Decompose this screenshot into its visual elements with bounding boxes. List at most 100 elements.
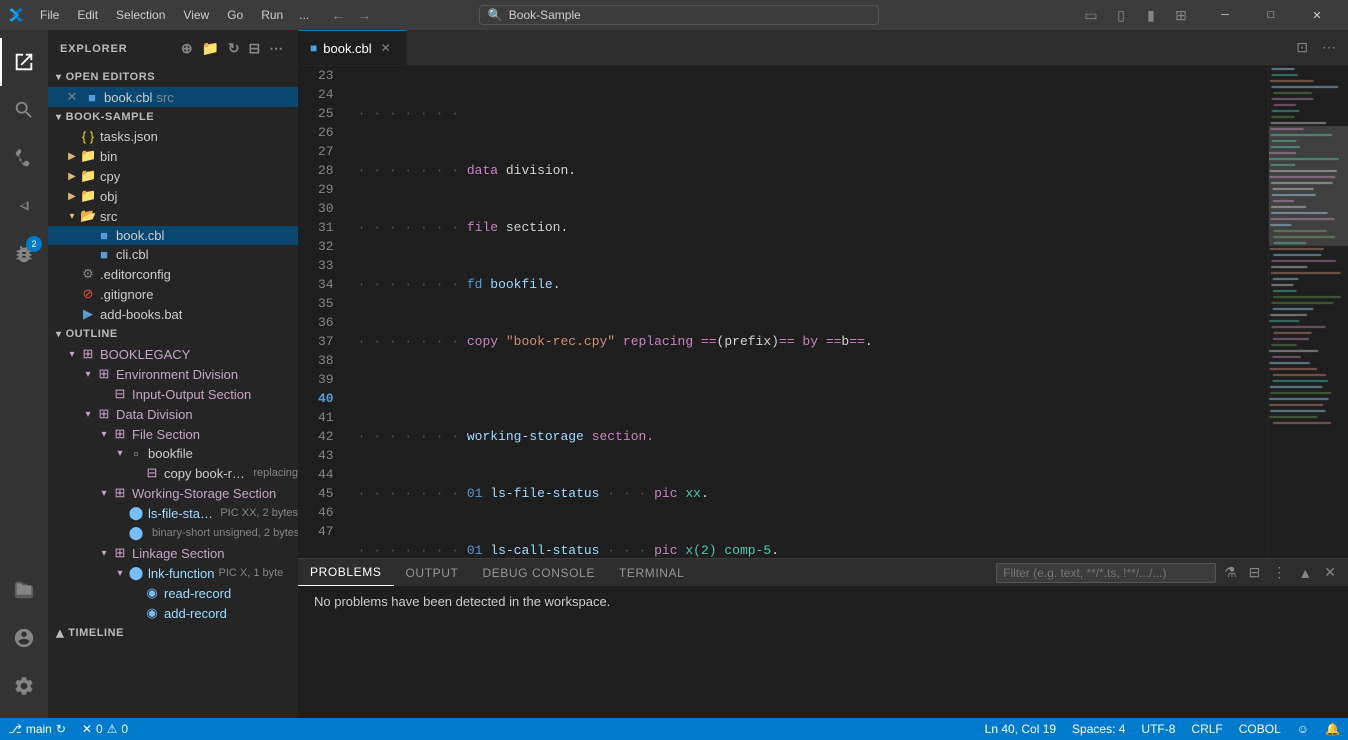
panel-filter-input[interactable] <box>996 563 1216 583</box>
new-folder-icon[interactable]: 📁 <box>200 38 222 59</box>
more-actions-button[interactable]: ⋯ <box>1318 37 1340 58</box>
bat-label: add-books.bat <box>100 307 182 322</box>
menu-go[interactable]: Go <box>219 6 251 24</box>
outline-ls-call-status[interactable]: ⬤ ls-call-status binary-short unsigned, … <box>48 523 298 543</box>
file-cli-cbl[interactable]: ■ cli.cbl <box>48 245 298 264</box>
error-icon: ✕ <box>82 722 92 736</box>
outline-bookfile[interactable]: ▾ ▫ bookfile <box>48 444 298 463</box>
nav-forward[interactable]: → <box>353 7 375 23</box>
sidebar-title: Explorer <box>60 43 128 55</box>
split-editor-button[interactable]: ⊡ <box>1292 37 1312 58</box>
file-section-chevron: ▾ <box>96 429 112 440</box>
file-editorconfig[interactable]: ⚙ .editorconfig <box>48 264 298 284</box>
file-section-icon: ⊞ <box>112 426 128 442</box>
copy-extra: replacing <box>253 467 298 479</box>
panel-actions: ⚗ ⊟ ⋮ ▲ ✕ <box>988 562 1348 583</box>
activity-bottom <box>0 566 48 710</box>
folder-obj[interactable]: ▶ 📁 obj <box>48 186 298 206</box>
file-book-cbl[interactable]: ■ book.cbl <box>48 226 298 245</box>
tab-close-button[interactable]: ✕ <box>378 40 394 56</box>
activity-settings[interactable] <box>0 662 48 710</box>
status-bell[interactable]: 🔔 <box>1317 722 1348 736</box>
layout-toggle-2[interactable]: ▯ <box>1108 2 1134 28</box>
outline-io-section[interactable]: ⊟ Input-Output Section <box>48 384 298 404</box>
linkage-icon: ⊞ <box>112 545 128 561</box>
collapse-icon[interactable]: ⊟ <box>246 38 263 59</box>
outline-data-div[interactable]: ▾ ⊞ Data Division <box>48 404 298 424</box>
panel-tab-problems[interactable]: Problems <box>298 559 394 586</box>
panel-tab-terminal[interactable]: Terminal <box>607 560 696 586</box>
tab-book-cbl[interactable]: ■ book.cbl ✕ <box>298 30 407 65</box>
outline-ls-file-status[interactable]: ⬤ ls-file-status PIC XX, 2 bytes <box>48 503 298 523</box>
new-file-icon[interactable]: ⊕ <box>179 38 196 59</box>
outline-copy[interactable]: ⊟ copy book-rec.cpy replacing <box>48 463 298 483</box>
status-errors[interactable]: ✕ 0 ⚠ 0 <box>74 718 136 740</box>
outline-linkage-section[interactable]: ▾ ⊞ Linkage Section <box>48 543 298 563</box>
open-editor-book-cbl[interactable]: ✕ ■ book.cbl src <box>48 87 298 107</box>
close-panel-button[interactable]: ✕ <box>1320 562 1340 583</box>
file-tasks-json[interactable]: { } tasks.json <box>48 127 298 146</box>
layout-toggle-1[interactable]: ▭ <box>1078 2 1104 28</box>
file-add-books-bat[interactable]: ▶ add-books.bat <box>48 304 298 324</box>
lnk-function-icon: ⬤ <box>128 565 144 581</box>
cpy-chevron: ▶ <box>64 171 80 182</box>
editorconfig-icon: ⚙ <box>80 266 96 282</box>
nav-back[interactable]: ← <box>327 7 349 23</box>
data-div-icon: ⊞ <box>96 406 112 422</box>
filter-icon-button[interactable]: ⚗ <box>1220 562 1241 583</box>
sidebar-content: ▾ Open Editors ✕ ■ book.cbl src ▾ BOOK-S… <box>48 67 298 718</box>
status-branch[interactable]: ⎇ main ↻ <box>0 718 74 740</box>
search-bar[interactable]: 🔍 <box>479 5 879 25</box>
timeline-header[interactable]: ▶ TIMELINE <box>48 623 298 643</box>
refresh-icon[interactable]: ↻ <box>226 38 243 59</box>
outline-add-record[interactable]: ◉ add-record <box>48 603 298 623</box>
code-content[interactable]: · · · · · · · · · · · · · · data divisio… <box>350 66 1268 558</box>
panel-tab-debug[interactable]: Debug Console <box>470 560 607 586</box>
sidebar-more[interactable]: ⋯ <box>267 38 286 59</box>
menu-more[interactable]: ... <box>293 6 315 24</box>
activity-run[interactable] <box>0 182 48 230</box>
open-editors-header[interactable]: ▾ Open Editors <box>48 67 298 87</box>
menu-view[interactable]: View <box>175 6 217 24</box>
outline-read-record[interactable]: ◉ read-record <box>48 583 298 603</box>
activity-remote[interactable] <box>0 566 48 614</box>
status-language[interactable]: COBOL <box>1231 722 1289 736</box>
activity-accounts[interactable] <box>0 614 48 662</box>
outline-lnk-function[interactable]: ▾ ⬤ lnk-function PIC X, 1 byte <box>48 563 298 583</box>
collapse-panel-button[interactable]: ⊟ <box>1245 562 1265 583</box>
close-button[interactable]: ✕ <box>1294 0 1340 30</box>
outline-file-section[interactable]: ▾ ⊞ File Section <box>48 424 298 444</box>
outline-env-div[interactable]: ▾ ⊞ Environment Division <box>48 364 298 384</box>
menu-run[interactable]: Run <box>253 6 291 24</box>
restore-button[interactable]: □ <box>1248 0 1294 30</box>
outline-booklegacy[interactable]: ▾ ⊞ BOOKLEGACY <box>48 344 298 364</box>
search-input[interactable] <box>509 8 870 22</box>
book-sample-header[interactable]: ▾ BOOK-SAMPLE <box>48 107 298 127</box>
menu-file[interactable]: File <box>32 6 67 24</box>
layout-toggle-3[interactable]: ▮ <box>1138 2 1164 28</box>
panel-up-button[interactable]: ▲ <box>1294 563 1316 583</box>
panel-area: Problems Output Debug Console Terminal ⚗… <box>298 558 1348 718</box>
status-feedback[interactable]: ☺ <box>1289 722 1317 736</box>
activity-search[interactable] <box>0 86 48 134</box>
file-gitignore[interactable]: ⊘ .gitignore <box>48 284 298 304</box>
folder-cpy[interactable]: ▶ 📁 cpy <box>48 166 298 186</box>
close-icon[interactable]: ✕ <box>64 89 80 105</box>
outline-ws-section[interactable]: ▾ ⊞ Working-Storage Section <box>48 483 298 503</box>
outline-header[interactable]: ▾ OUTLINE <box>48 324 298 344</box>
status-encoding[interactable]: UTF-8 <box>1133 722 1183 736</box>
status-cursor[interactable]: Ln 40, Col 19 <box>977 722 1064 736</box>
layout-menu[interactable]: ⊞ <box>1168 2 1194 28</box>
menu-edit[interactable]: Edit <box>69 6 106 24</box>
activity-explorer[interactable] <box>0 38 48 86</box>
folder-bin[interactable]: ▶ 📁 bin <box>48 146 298 166</box>
status-indent[interactable]: Spaces: 4 <box>1064 722 1133 736</box>
folder-src[interactable]: ▾ 📂 src <box>48 206 298 226</box>
status-line-ending[interactable]: CRLF <box>1183 722 1230 736</box>
minimize-button[interactable]: ─ <box>1202 0 1248 30</box>
panel-menu-button[interactable]: ⋮ <box>1268 562 1290 583</box>
activity-extensions[interactable]: 2 <box>0 230 48 278</box>
activity-source-control[interactable] <box>0 134 48 182</box>
panel-tab-output[interactable]: Output <box>394 560 471 586</box>
menu-selection[interactable]: Selection <box>108 6 173 24</box>
